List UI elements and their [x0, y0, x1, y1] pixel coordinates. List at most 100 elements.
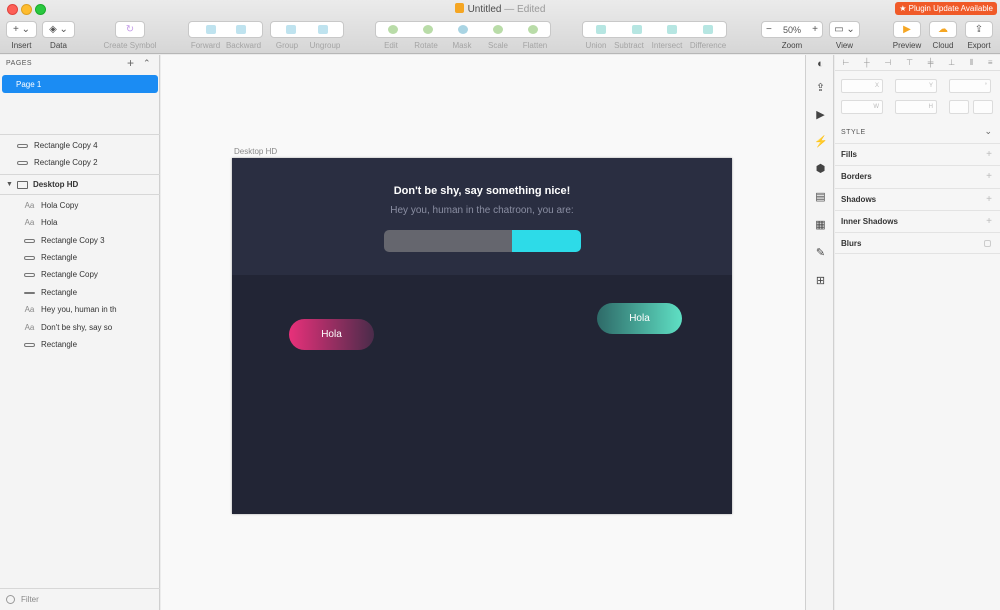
mask-icon[interactable] [457, 25, 468, 34]
create-symbol-button[interactable]: ↻ [115, 21, 145, 38]
align-bottom-icon[interactable]: ⊥ [948, 58, 955, 67]
width-field[interactable]: W [841, 100, 883, 114]
layer-item[interactable]: Rectangle Copy 4 [0, 137, 160, 154]
zoom-in-button[interactable]: + [812, 24, 818, 35]
layer-item[interactable]: Rectangle [0, 336, 160, 353]
subtract-icon[interactable] [631, 25, 642, 34]
distribute-v-icon[interactable]: ≡ [988, 58, 993, 67]
flatten-icon[interactable] [527, 25, 538, 34]
meter-track[interactable] [384, 230, 512, 252]
layer-item[interactable]: Aa Hola [0, 214, 160, 231]
align-center-icon[interactable]: ┼ [864, 58, 870, 67]
layer-item[interactable]: Rectangle Copy 2 [0, 154, 160, 171]
blurs-section[interactable]: Blurs [835, 232, 1000, 254]
ungroup-label: Ungroup [309, 41, 341, 50]
zoom-out-button[interactable]: − [766, 24, 772, 35]
rotate-icon[interactable] [423, 25, 434, 34]
design-canvas[interactable]: Desktop HD Don't be shy, say something n… [161, 55, 805, 610]
prototype-play-icon[interactable]: ▶ [814, 109, 827, 122]
fills-section[interactable]: Fills + [835, 143, 1000, 165]
layer-item[interactable]: Aa Hey you, human in th [0, 301, 160, 318]
rotation-field[interactable]: ° [949, 79, 991, 93]
export-label: Export [967, 41, 991, 50]
view-button[interactable]: ▭ ⌄ [829, 21, 860, 38]
header-rectangle[interactable] [232, 158, 732, 275]
data-button[interactable]: ◈ ⌄ [42, 21, 75, 38]
layer-item[interactable]: Rectangle [0, 249, 160, 266]
boolean-buttons[interactable] [582, 21, 727, 38]
lightning-icon[interactable]: ⚡ [814, 136, 828, 149]
flip-vertical-button[interactable] [973, 100, 993, 114]
disclosure-triangle-icon[interactable]: ▼ [6, 181, 13, 188]
page-item[interactable]: Page 1 [2, 75, 158, 93]
edit-icon[interactable] [388, 25, 399, 34]
align-top-icon[interactable]: ⊤ [906, 58, 913, 67]
y-field[interactable]: Y [895, 79, 937, 93]
hola-pill-teal[interactable]: Hola [597, 303, 682, 334]
forward-icon[interactable] [205, 25, 216, 34]
intersect-icon[interactable] [667, 25, 678, 34]
cloud-icon: ☁ [938, 24, 948, 35]
artboard-desktop-hd[interactable]: Don't be shy, say something nice! Hey yo… [232, 158, 732, 514]
preview-button[interactable]: ▶ [893, 21, 921, 38]
align-left-icon[interactable]: ⊢ [842, 58, 849, 67]
scale-icon[interactable] [492, 25, 503, 34]
align-right-icon[interactable]: ⊣ [884, 58, 891, 67]
add-fill-plus-icon[interactable]: + [986, 149, 992, 160]
ungroup-icon[interactable] [318, 25, 328, 34]
artboard-layer[interactable]: ▼ Desktop HD [0, 176, 160, 193]
layer-filter[interactable]: Filter [0, 588, 160, 610]
hola-pill-pink[interactable]: Hola [289, 319, 374, 350]
heading-text[interactable]: Don't be shy, say something nice! [232, 185, 732, 197]
inner-shadows-section[interactable]: Inner Shadows + [835, 210, 1000, 232]
symbol-icon: ↻ [125, 24, 135, 35]
cloud-label: Cloud [932, 41, 954, 50]
scale-label: Scale [487, 41, 508, 50]
borders-section[interactable]: Borders + [835, 165, 1000, 187]
align-middle-icon[interactable]: ╪ [928, 58, 934, 67]
layer-item[interactable]: Aa Hola Copy [0, 197, 160, 214]
cloud-button[interactable]: ☁ [929, 21, 957, 38]
transform-buttons[interactable] [375, 21, 551, 38]
style-chevron-icon[interactable]: ⌄ [984, 126, 992, 137]
layer-item[interactable]: Rectangle Copy 3 [0, 232, 160, 249]
blur-checkbox[interactable] [984, 239, 991, 247]
difference-icon[interactable] [703, 25, 714, 34]
arrange-buttons[interactable] [188, 21, 263, 38]
layer-item[interactable]: Rectangle Copy [0, 266, 160, 283]
layer-item[interactable]: Rectangle [0, 284, 160, 301]
edit-label: Edit [384, 41, 398, 50]
add-image-icon[interactable]: ⊞ [814, 275, 827, 288]
add-border-plus-icon[interactable]: + [986, 171, 992, 182]
artboard-label[interactable]: Desktop HD [234, 147, 277, 156]
divider [0, 134, 160, 135]
symbol-grid-icon[interactable]: ▦ [814, 219, 827, 232]
backward-icon[interactable] [235, 25, 246, 34]
collapse-pages-chevron-icon[interactable]: ⌃ [143, 58, 151, 69]
layer-item[interactable]: Aa Don't be shy, say so [0, 319, 160, 336]
pen-tool-icon[interactable]: ✎ [814, 247, 827, 260]
add-page-plus-icon[interactable]: + [127, 56, 134, 70]
flip-horizontal-button[interactable] [949, 100, 969, 114]
group-icon[interactable] [286, 25, 296, 34]
group-buttons[interactable] [270, 21, 344, 38]
distribute-h-icon[interactable]: ⫴ [970, 58, 973, 68]
insert-button[interactable]: + ⌄ [6, 21, 37, 38]
meter-fill[interactable] [512, 230, 581, 252]
backward-label: Backward [225, 41, 262, 50]
union-icon[interactable] [595, 25, 606, 34]
subheading-text[interactable]: Hey you, human in the chatroon, you are: [232, 205, 732, 216]
add-inner-shadow-plus-icon[interactable]: + [986, 216, 992, 227]
add-shadow-plus-icon[interactable]: + [986, 194, 992, 205]
export-upload-icon[interactable]: ⇪ [814, 82, 827, 95]
height-field[interactable]: H [895, 100, 937, 114]
export-button[interactable]: ⇪ [965, 21, 993, 38]
shadows-section[interactable]: Shadows + [835, 188, 1000, 210]
component-icon[interactable]: ▤ [814, 191, 827, 204]
view-label: View [835, 41, 854, 50]
zoom-value: 50% [782, 24, 801, 35]
x-field[interactable]: X [841, 79, 883, 93]
hexagon-icon[interactable]: ⬢ [814, 163, 827, 176]
plugin-update-badge[interactable]: ★ Plugin Update Available [895, 2, 997, 15]
style-inspector-icon[interactable]: ◐ [814, 58, 827, 71]
